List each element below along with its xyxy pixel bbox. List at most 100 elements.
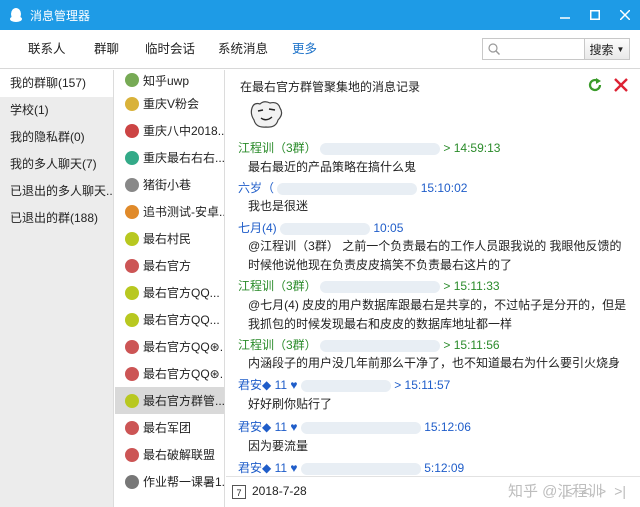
list-item[interactable]: 最右破解联盟 <box>115 441 224 468</box>
list-item[interactable]: 最右军团 <box>115 414 224 441</box>
tab-more[interactable]: 更多 <box>292 30 317 69</box>
message-time: > 15:11:57 <box>394 378 451 392</box>
group-avatar-icon <box>125 420 139 435</box>
prev-page-button[interactable]: < <box>582 483 590 499</box>
tab-system-messages[interactable]: 系统消息 <box>218 30 268 69</box>
minimize-button[interactable] <box>550 0 580 30</box>
list-item[interactable]: 最右官方QQ⊛... <box>115 333 224 360</box>
group-avatar-icon <box>125 447 139 462</box>
chat-log: 在最右官方群管聚集地的消息记录 江程训（3群） > 14:59:13 最右最近的… <box>226 70 640 507</box>
message-text: 内涵段子的用户没几年前那么干净了，也不知道最右为什么要引火烧身 <box>248 356 621 370</box>
group-avatar-icon <box>125 177 139 192</box>
list-item[interactable]: 最右官方QQ... <box>115 306 224 333</box>
search-button-label: 搜索 <box>589 42 614 57</box>
redacted-block <box>280 222 371 235</box>
category-my-groups[interactable]: 我的群聊(157) <box>0 70 113 97</box>
first-page-button[interactable]: |< <box>562 483 574 499</box>
message-time: 10:05 <box>373 221 404 235</box>
group-avatar-icon <box>125 258 139 273</box>
tab-temp-chat[interactable]: 临时会话 <box>145 30 195 69</box>
message-text: 我也是很迷 <box>248 199 309 213</box>
message-time: > 14:59:13 <box>443 141 501 155</box>
list-item[interactable]: 重庆V粉会 <box>115 90 224 117</box>
message-time: 5:12:09 <box>424 461 465 475</box>
list-item[interactable]: 最右官方QQ⊛... <box>115 360 224 387</box>
maximize-button[interactable] <box>580 0 610 30</box>
sticker-image <box>248 98 286 130</box>
calendar-icon[interactable]: 7 <box>232 485 246 499</box>
list-item[interactable]: 追书测试-安卓... <box>115 198 224 225</box>
date-label[interactable]: 2018-7-28 <box>252 484 307 498</box>
message-sender: 君安◆ 11 <box>238 420 288 434</box>
list-item[interactable]: 最右官方QQ... <box>115 279 224 306</box>
category-multi-chat[interactable]: 我的多人聊天(7) <box>0 151 113 178</box>
message-meta: 君安◆ 11 ♥ 5:12:09 <box>238 459 464 476</box>
list-item[interactable]: 最右村民 <box>115 225 224 252</box>
title-bar: 消息管理器 <box>0 0 640 30</box>
category-panel: 我的群聊(157) 学校(1) 我的隐私群(0) 我的多人聊天(7) 已退出的多… <box>0 70 114 507</box>
next-page-button[interactable]: > <box>598 483 606 499</box>
group-avatar-icon <box>125 339 139 354</box>
redacted-block <box>320 280 441 293</box>
tab-contacts[interactable]: 联系人 <box>28 30 66 69</box>
group-avatar-icon <box>125 204 139 219</box>
chat-header: 在最右官方群管聚集地的消息记录 <box>240 80 421 94</box>
search-input[interactable] <box>504 42 584 56</box>
chat-footer: 7 2018-7-28 知乎 @江程训 |< < > >| <box>226 476 640 507</box>
category-exited-groups[interactable]: 已退出的群(188) <box>0 205 113 232</box>
close-icon <box>619 7 631 23</box>
group-avatar-icon <box>125 312 139 327</box>
category-exited-multi-chat[interactable]: 已退出的多人聊天... <box>0 178 113 205</box>
qq-penguin-icon <box>8 7 24 23</box>
message-meta: 君安◆ 11 ♥ > 15:11:57 <box>238 376 450 393</box>
search-box <box>482 38 584 60</box>
message-text: 好好刷你贴行了 <box>248 397 333 411</box>
message-meta: 江程训（3群） > 14:59:13 <box>238 139 500 156</box>
last-page-button[interactable]: >| <box>614 483 626 499</box>
list-item[interactable]: 最右官方群管... <box>115 387 224 414</box>
redacted-block <box>320 142 441 155</box>
tab-group-chat[interactable]: 群聊 <box>94 30 119 69</box>
list-item[interactable]: 猪街小巷 <box>115 171 224 198</box>
message-sender: 江程训（3群） <box>238 279 317 293</box>
group-avatar-icon <box>125 231 139 246</box>
group-avatar-icon <box>125 73 139 87</box>
message-meta: 七月(4) 10:05 <box>238 219 403 236</box>
close-button[interactable] <box>610 0 640 30</box>
heart-icon: ♥ <box>290 378 298 392</box>
message-sender: 江程训（3群） <box>238 141 317 155</box>
redacted-block <box>277 182 418 195</box>
list-item[interactable]: 最右官方 <box>115 252 224 279</box>
message-meta: 江程训（3群） > 15:11:33 <box>238 277 500 294</box>
list-item[interactable]: 知乎uwp <box>115 70 224 90</box>
group-avatar-icon <box>125 285 139 300</box>
maximize-icon <box>590 7 600 23</box>
message-time: > 15:11:56 <box>443 338 500 352</box>
group-avatar-icon <box>125 123 139 138</box>
window-title: 消息管理器 <box>30 8 91 23</box>
delete-icon[interactable] <box>612 76 630 94</box>
list-item[interactable]: 作业帮一课暑1... <box>115 468 224 495</box>
list-item[interactable]: 重庆最右右右... <box>115 144 224 171</box>
redacted-block <box>300 379 391 392</box>
pager: |< < > >| <box>554 483 626 499</box>
heart-icon: ♥ <box>290 461 298 475</box>
message-sender: 君安◆ 11 <box>238 378 288 392</box>
group-avatar-icon <box>125 150 139 165</box>
search-button[interactable]: 搜索 ▼ <box>584 38 630 60</box>
message-meta: 六岁（ 15:10:02 <box>238 179 467 196</box>
refresh-icon[interactable] <box>586 76 604 94</box>
message-sender: 七月(4) <box>238 221 277 235</box>
message-sender: 六岁（ <box>238 181 275 195</box>
category-private-groups[interactable]: 我的隐私群(0) <box>0 124 113 151</box>
nav-bar: 联系人 群聊 临时会话 系统消息 更多 搜索 ▼ <box>0 30 640 69</box>
list-item[interactable]: 重庆八中2018... <box>115 117 224 144</box>
category-school[interactable]: 学校(1) <box>0 97 113 124</box>
message-text: 最右最近的产品策略在搞什么鬼 <box>248 160 417 174</box>
group-avatar-icon <box>125 474 139 489</box>
message-text: @江程训（3群） 之前一个负责最右的工作人员跟我说的 我眼他反馈的时候他说他现在… <box>248 239 622 272</box>
dropdown-arrow-icon: ▼ <box>616 44 625 54</box>
group-avatar-icon <box>125 96 139 111</box>
message-meta: 君安◆ 11 ♥ 15:12:06 <box>238 418 471 435</box>
message-sender: 君安◆ 11 <box>238 461 288 475</box>
